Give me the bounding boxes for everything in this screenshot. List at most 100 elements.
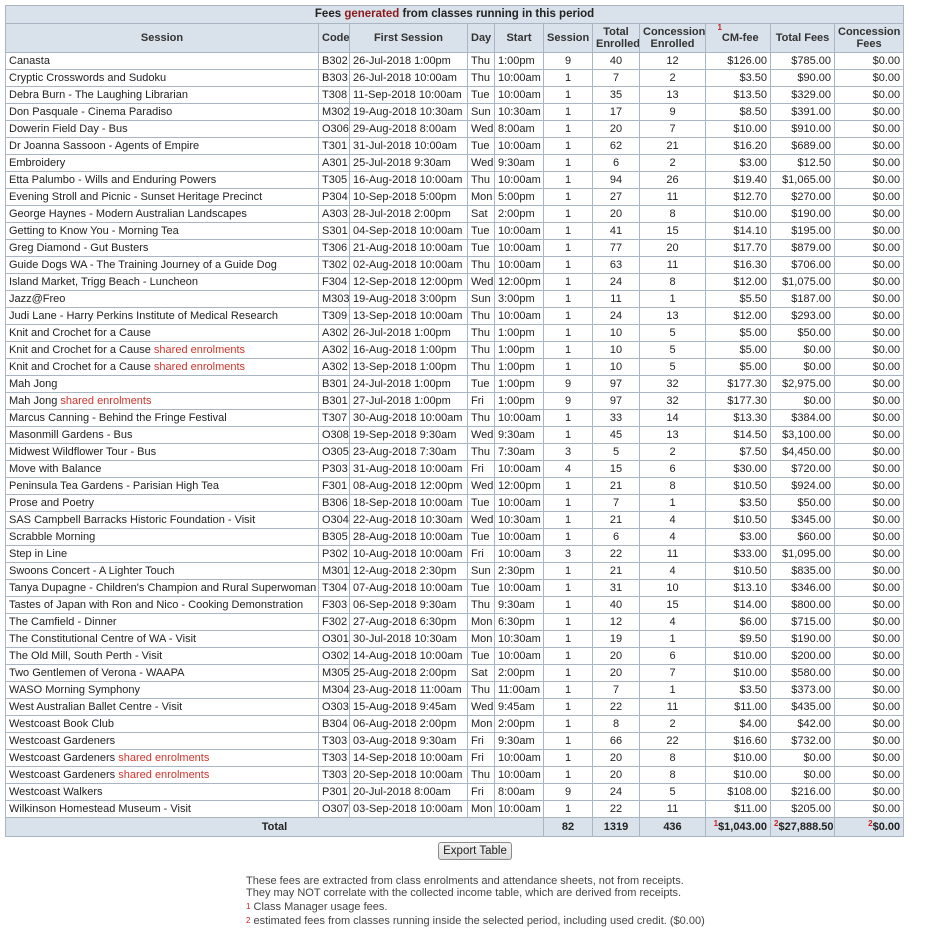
cell-concession-enrolled: 4 — [639, 511, 706, 529]
col-cm-fee[interactable]: 1CM-fee — [705, 23, 771, 53]
col-start[interactable]: Start — [494, 23, 544, 53]
table-row[interactable]: Masonmill Gardens - Bus O308 19-Sep-2018 9… — [5, 426, 905, 444]
cell-total-fees: $345.00 — [770, 511, 835, 529]
column-header-row: Session Code First Session Day Start Ses… — [5, 23, 905, 53]
table-row[interactable]: Dowerin Field Day - Bus O306 29-Aug-2018 8… — [5, 120, 905, 138]
totals-cm-fee: 1$1,043.00 — [705, 817, 771, 837]
cell-day: Thu — [467, 171, 495, 189]
table-row[interactable]: Tanya Dupagne - Children's Champion and … — [5, 579, 905, 597]
table-row[interactable]: Westcoast Walkers P301 20-Jul-2018 8:00am F… — [5, 783, 905, 801]
table-row[interactable]: Guide Dogs WA - The Training Journey of … — [5, 256, 905, 274]
table-row[interactable]: WASO Morning Symphony M304 23-Aug-2018 11:… — [5, 681, 905, 699]
table-row[interactable]: Step in Line P302 10-Aug-2018 10:00am Fri 10… — [5, 545, 905, 563]
table-row[interactable]: Westcoast Gardeners shared enrolments T30… — [5, 766, 905, 784]
table-row[interactable]: Move with Balance P303 31-Aug-2018 10:00am… — [5, 460, 905, 478]
cell-session-count: 1 — [543, 86, 593, 104]
col-total-fees[interactable]: Total Fees — [770, 23, 835, 53]
cell-session-name: WASO Morning Symphony — [5, 681, 319, 699]
table-row[interactable]: Etta Palumbo - Wills and Enduring Powers… — [5, 171, 905, 189]
col-concession-enrolled[interactable]: Concession Enrolled — [639, 23, 706, 53]
cell-total-fees: $200.00 — [770, 647, 835, 665]
col-day[interactable]: Day — [467, 23, 495, 53]
cell-cm-fee: $16.20 — [705, 137, 771, 155]
cell-concession-fees: $0.00 — [833, 494, 905, 512]
table-row[interactable]: George Haynes - Modern Australian Landsc… — [5, 205, 905, 223]
cell-day: Thu — [467, 256, 495, 274]
cell-total-enrolled: 21 — [592, 511, 640, 529]
table-row[interactable]: Prose and Poetry B306 18-Sep-2018 10:00am T… — [5, 494, 905, 512]
cell-code: T303 — [318, 732, 350, 750]
table-row[interactable]: Knit and Crochet for a Cause shared enro… — [5, 341, 905, 359]
cell-concession-fees: $0.00 — [833, 630, 905, 648]
table-row[interactable]: Knit and Crochet for a Cause A302 26-Jul-2… — [5, 324, 905, 342]
shared-enrolments-link[interactable]: shared enrolments — [154, 344, 245, 356]
table-row[interactable]: Midwest Wildflower Tour - Bus O305 23-Aug-… — [5, 443, 905, 461]
table-row[interactable]: Westcoast Gardeners shared enrolments T30… — [5, 749, 905, 767]
cell-concession-fees: $0.00 — [833, 732, 905, 750]
cell-day: Thu — [467, 443, 495, 461]
table-row[interactable]: Jazz@Freo M303 19-Aug-2018 3:00pm Sun 3:00pm… — [5, 290, 905, 308]
cell-day: Tue — [467, 494, 495, 512]
table-row[interactable]: Wilkinson Homestead Museum - Visit O307 03… — [5, 800, 905, 818]
table-row[interactable]: Marcus Canning - Behind the Fringe Festi… — [5, 409, 905, 427]
export-table-button[interactable]: Export Table — [438, 842, 512, 860]
table-row[interactable]: Greg Diamond - Gut Busters T306 21-Aug-201… — [5, 239, 905, 257]
shared-enrolments-link[interactable]: shared enrolments — [118, 752, 209, 764]
cell-concession-fees: $0.00 — [833, 562, 905, 580]
table-row[interactable]: Evening Stroll and Picnic - Sunset Herit… — [5, 188, 905, 206]
table-row[interactable]: The Camfield - Dinner F302 27-Aug-2018 6:3… — [5, 613, 905, 631]
table-row[interactable]: Island Market, Trigg Beach - Luncheon F30… — [5, 273, 905, 291]
cell-session-count: 1 — [543, 256, 593, 274]
table-row[interactable]: Peninsula Tea Gardens - Parisian High Te… — [5, 477, 905, 495]
cell-cm-fee: $30.00 — [705, 460, 771, 478]
cell-concession-fees: $0.00 — [833, 528, 905, 546]
col-first-session[interactable]: First Session — [349, 23, 468, 53]
col-session[interactable]: Session — [5, 23, 319, 53]
shared-enrolments-link[interactable]: shared enrolments — [118, 769, 209, 781]
table-row[interactable]: Two Gentlemen of Verona - WAAPA M305 25-Au… — [5, 664, 905, 682]
table-row[interactable]: Embroidery A301 25-Jul-2018 9:30am Wed 9:30a… — [5, 154, 905, 172]
table-row[interactable]: Swoons Concert - A Lighter Touch M301 12-A… — [5, 562, 905, 580]
cell-first-session: 22-Aug-2018 10:30am — [349, 511, 468, 529]
cell-start: 9:30am — [494, 426, 544, 444]
table-row[interactable]: The Old Mill, South Perth - Visit O302 14-… — [5, 647, 905, 665]
table-row[interactable]: Don Pasquale - Cinema Paradiso M302 19-Aug… — [5, 103, 905, 121]
cell-first-session: 20-Sep-2018 10:00am — [349, 766, 468, 784]
cell-total-enrolled: 6 — [592, 528, 640, 546]
col-session-count[interactable]: Session — [543, 23, 593, 53]
table-row[interactable]: Cryptic Crosswords and Sudoku B303 26-Jul-… — [5, 69, 905, 87]
table-row[interactable]: West Australian Ballet Centre - Visit O30… — [5, 698, 905, 716]
cell-total-fees: $384.00 — [770, 409, 835, 427]
table-row[interactable]: Westcoast Gardeners T303 03-Aug-2018 9:30a… — [5, 732, 905, 750]
cell-start: 10:00am — [494, 256, 544, 274]
table-row[interactable]: Judi Lane - Harry Perkins Institute of M… — [5, 307, 905, 325]
table-row[interactable]: Tastes of Japan with Ron and Nico - Cook… — [5, 596, 905, 614]
table-row[interactable]: Debra Burn - The Laughing Librarian T308 1… — [5, 86, 905, 104]
col-code[interactable]: Code — [318, 23, 350, 53]
table-row[interactable]: Mah Jong shared enrolments B301 27-Jul-201… — [5, 392, 905, 410]
cell-total-fees: $60.00 — [770, 528, 835, 546]
cell-start: 1:00pm — [494, 358, 544, 376]
cell-code: T303 — [318, 766, 350, 784]
cell-total-fees: $187.00 — [770, 290, 835, 308]
cell-cm-fee: $19.40 — [705, 171, 771, 189]
shared-enrolments-link[interactable]: shared enrolments — [60, 395, 151, 407]
table-row[interactable]: The Constitutional Centre of WA - Visit O… — [5, 630, 905, 648]
table-row[interactable]: Getting to Know You - Morning Tea S301 04-… — [5, 222, 905, 240]
table-row[interactable]: Canasta B302 26-Jul-2018 1:00pm Thu 1:00pm 9 4… — [5, 52, 905, 70]
table-row[interactable]: Knit and Crochet for a Cause shared enro… — [5, 358, 905, 376]
cell-code: M301 — [318, 562, 350, 580]
cell-total-enrolled: 8 — [592, 715, 640, 733]
cell-code: A302 — [318, 324, 350, 342]
table-row[interactable]: Scrabble Morning B305 28-Aug-2018 10:00am T… — [5, 528, 905, 546]
table-row[interactable]: Dr Joanna Sassoon - Agents of Empire T301… — [5, 137, 905, 155]
cell-session-count: 9 — [543, 783, 593, 801]
col-total-enrolled[interactable]: Total Enrolled — [592, 23, 640, 53]
col-concession-fees[interactable]: Concession Fees — [833, 23, 905, 53]
cell-session-count: 1 — [543, 358, 593, 376]
table-row[interactable]: Mah Jong B301 24-Jul-2018 1:00pm Tue 1:00pm 9… — [5, 375, 905, 393]
cell-cm-fee: $6.00 — [705, 613, 771, 631]
shared-enrolments-link[interactable]: shared enrolments — [154, 361, 245, 373]
table-row[interactable]: SAS Campbell Barracks Historic Foundatio… — [5, 511, 905, 529]
table-row[interactable]: Westcoast Book Club B304 06-Aug-2018 2:00p… — [5, 715, 905, 733]
